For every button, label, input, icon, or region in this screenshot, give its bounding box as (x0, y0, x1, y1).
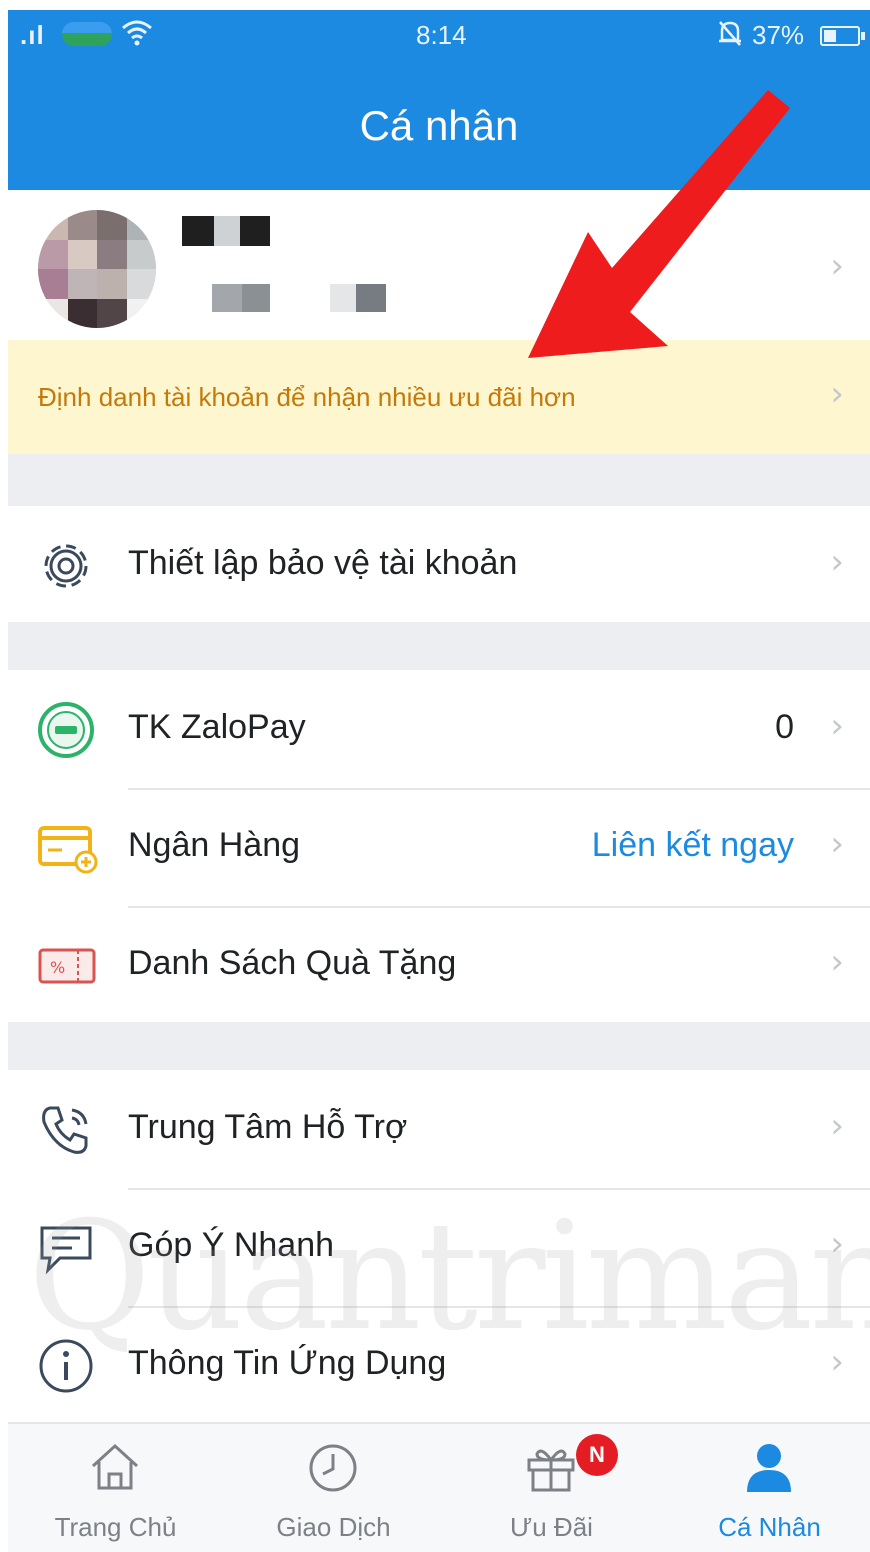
zalopay-wallet-icon (36, 700, 96, 760)
tab-label: Ưu Đãi (510, 1512, 593, 1542)
chat-icon (36, 1218, 96, 1278)
new-badge: N (576, 1434, 618, 1476)
home-icon (85, 1436, 145, 1496)
app-header: Cá nhân (8, 58, 870, 190)
clock-time: 8:14 (416, 20, 467, 50)
tab-personal[interactable]: Cá Nhân (662, 1424, 870, 1552)
chevron-right-icon: › (830, 246, 844, 286)
app-screen: .ıl 8:14 37% Cá nhân › Định danh tài kho… (8, 10, 870, 1552)
chevron-right-icon: › (830, 942, 844, 982)
phone-icon (36, 1100, 96, 1160)
battery-icon (820, 26, 865, 46)
gift-list-row[interactable]: % Danh Sách Quà Tặng › (8, 906, 870, 1024)
row-label: Thiết lập bảo vệ tài khoản (128, 544, 518, 582)
row-label: Góp Ý Nhanh (128, 1226, 335, 1264)
row-label: Trung Tâm Hỗ Trợ (128, 1108, 408, 1146)
chevron-right-icon: › (830, 1224, 844, 1264)
carrier-logo (62, 22, 112, 46)
banner-text: Định danh tài khoản để nhận nhiều ưu đãi… (38, 382, 576, 412)
chevron-right-icon: › (830, 706, 844, 746)
row-label: Thông Tin Ứng Dụng (128, 1344, 447, 1382)
account-protection-row[interactable]: Thiết lập bảo vệ tài khoản › (8, 506, 870, 624)
chevron-right-icon: › (830, 374, 844, 414)
wifi-icon (120, 18, 154, 55)
balance-value: 0 (775, 708, 794, 746)
row-label: Danh Sách Quà Tặng (128, 944, 457, 982)
tab-home[interactable]: Trang Chủ (8, 1424, 223, 1552)
tab-transactions[interactable]: Giao Dịch (226, 1424, 441, 1552)
wallet-section: TK ZaloPay 0 › Ngân Hàng Liên kết ngay ›… (8, 670, 870, 1022)
chevron-right-icon: › (830, 1342, 844, 1382)
clock-icon (303, 1436, 363, 1496)
link-now-link[interactable]: Liên kết ngay (592, 826, 794, 865)
tab-label: Trang Chủ (54, 1512, 177, 1542)
app-info-row[interactable]: Thông Tin Ứng Dụng › (8, 1306, 870, 1424)
info-icon (36, 1336, 96, 1396)
alarm-icon (716, 18, 744, 55)
signal-indicator: .ıl (20, 20, 45, 50)
battery-percent: 37% (752, 20, 805, 50)
bank-row[interactable]: Ngân Hàng Liên kết ngay › (8, 788, 870, 906)
bank-card-icon (36, 818, 98, 878)
verify-account-banner[interactable]: Định danh tài khoản để nhận nhiều ưu đãi… (8, 340, 870, 454)
user-icon (739, 1436, 799, 1496)
svg-text:%: % (50, 958, 65, 977)
quick-feedback-row[interactable]: Góp Ý Nhanh › (8, 1188, 870, 1306)
tab-offers[interactable]: Ưu Đãi (444, 1424, 659, 1552)
avatar (38, 210, 156, 328)
security-section: Thiết lập bảo vệ tài khoản › (8, 506, 870, 622)
profile-row[interactable]: › (8, 190, 870, 340)
gear-icon (36, 536, 96, 596)
help-center-row[interactable]: Trung Tâm Hỗ Trợ › (8, 1070, 870, 1188)
row-label: TK ZaloPay (128, 708, 306, 746)
status-bar: .ıl 8:14 37% (8, 10, 870, 58)
page-title: Cá nhân (359, 102, 519, 149)
zalopay-account-row[interactable]: TK ZaloPay 0 › (8, 670, 870, 788)
tab-label: Giao Dịch (276, 1512, 391, 1542)
chevron-right-icon: › (830, 542, 844, 582)
gift-icon (521, 1436, 581, 1496)
row-label: Ngân Hàng (128, 826, 301, 864)
chevron-right-icon: › (830, 1106, 844, 1146)
support-section: Trung Tâm Hỗ Trợ › Góp Ý Nhanh › Thông T… (8, 1070, 870, 1422)
tab-label: Cá Nhân (718, 1512, 821, 1542)
bottom-tab-bar: Trang Chủ Giao Dịch Ưu Đãi Cá Nhân (8, 1422, 870, 1552)
chevron-right-icon: › (830, 824, 844, 864)
voucher-icon: % (36, 936, 96, 996)
